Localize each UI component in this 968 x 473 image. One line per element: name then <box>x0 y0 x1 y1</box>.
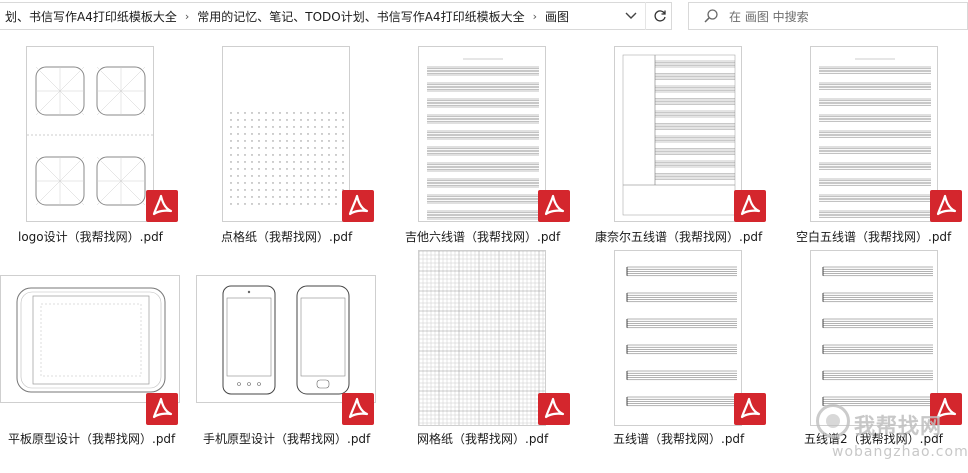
address-bar-area: 划、书信写作A4打印纸模板大全 › 常用的记忆、笔记、TODO计划、书信写作A4… <box>0 0 968 34</box>
pdf-thumbnail-dots <box>222 46 350 222</box>
watermark: 我帮找网 wobangzhao.com <box>808 404 968 470</box>
breadcrumb-item[interactable]: 常用的记忆、笔记、TODO计划、书信写作A4打印纸模板大全 <box>191 8 530 25</box>
pdf-thumbnail-tablet <box>0 275 180 403</box>
file-name[interactable]: 康奈尔五线谱（我帮找网）.pdf <box>595 228 762 245</box>
pdf-icon <box>342 190 374 222</box>
pdf-icon <box>930 190 962 222</box>
refresh-icon[interactable] <box>645 2 673 30</box>
file-name[interactable]: 网格纸（我帮找网）.pdf <box>417 430 548 447</box>
pdf-icon <box>734 393 766 425</box>
pdf-thumbnail-phone <box>196 275 376 403</box>
pdf-icon <box>734 190 766 222</box>
file-name[interactable]: 空白五线谱（我帮找网）.pdf <box>796 228 951 245</box>
pdf-icon <box>342 393 374 425</box>
breadcrumb-item[interactable]: 划、书信写作A4打印纸模板大全 <box>0 8 183 25</box>
pdf-icon <box>538 190 570 222</box>
pdf-thumbnail-staff2 <box>810 250 938 426</box>
file-name[interactable]: logo设计（我帮找网）.pdf <box>18 228 163 245</box>
watermark-text: 我帮找网 <box>854 414 942 438</box>
breadcrumb[interactable]: 划、书信写作A4打印纸模板大全 › 常用的记忆、笔记、TODO计划、书信写作A4… <box>0 2 672 30</box>
breadcrumb-separator: › <box>532 9 537 23</box>
search-placeholder: 在 画图 中搜索 <box>729 9 809 24</box>
pdf-thumbnail-grid <box>418 250 546 426</box>
watermark-logo-icon <box>816 404 850 438</box>
pdf-icon <box>146 190 178 222</box>
pdf-thumbnail-blank-staff <box>810 46 938 222</box>
pdf-icon <box>538 393 570 425</box>
file-name[interactable]: 手机原型设计（我帮找网）.pdf <box>203 430 370 447</box>
file-name[interactable]: 五线谱（我帮找网）.pdf <box>613 430 744 447</box>
pdf-thumbnail-cornell-staff <box>614 46 742 222</box>
breadcrumb-item-current[interactable]: 画图 <box>539 8 575 25</box>
pdf-icon <box>146 393 178 425</box>
pdf-thumbnail-staff <box>614 250 742 426</box>
chevron-down-icon[interactable] <box>618 2 644 30</box>
file-name[interactable]: 平板原型设计（我帮找网）.pdf <box>8 430 175 447</box>
file-name[interactable]: 点格纸（我帮找网）.pdf <box>221 228 352 245</box>
breadcrumb-separator: › <box>184 9 190 23</box>
watermark-url: wobangzhao.com <box>832 444 968 460</box>
pdf-thumbnail-logo <box>26 46 154 222</box>
file-name[interactable]: 吉他六线谱（我帮找网）.pdf <box>405 228 560 245</box>
search-icon <box>704 9 718 23</box>
pdf-thumbnail-guitar-tab <box>418 46 546 222</box>
search-box[interactable]: 在 画图 中搜索 <box>688 2 968 30</box>
